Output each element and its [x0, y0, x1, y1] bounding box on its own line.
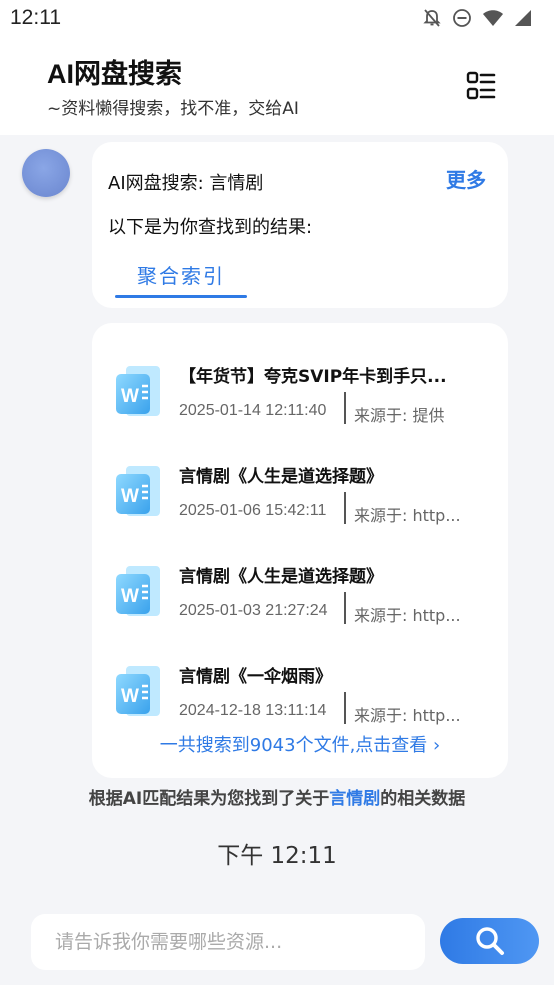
status-icons: [422, 8, 532, 28]
footnote-prefix: 根据AI匹配结果为您找到了关于: [88, 789, 330, 809]
signal-icon: [515, 10, 531, 26]
tab-underline: [115, 295, 247, 298]
list-item[interactable]: W 言情剧《人生是道选择题》 2025-01-03 21:27:24 来源于: …: [92, 550, 508, 640]
word-doc-icon: W: [116, 466, 160, 516]
file-name: 言情剧《一伞烟雨》: [179, 667, 332, 687]
word-doc-icon: W: [116, 666, 160, 716]
message-time: 下午 12:11: [217, 843, 337, 869]
list-item[interactable]: W 【年货节】夸克SVIP年卡到手只... 2025-01-14 12:11:4…: [92, 350, 508, 440]
svg-text:W: W: [121, 486, 139, 507]
file-source: 来源于: http...: [354, 606, 461, 625]
divider: [344, 692, 346, 724]
file-source: 来源于: http...: [354, 506, 461, 525]
menu-button[interactable]: [466, 71, 496, 101]
footnote-suffix: 的相关数据: [380, 789, 466, 809]
file-source: 来源于: http...: [354, 706, 461, 725]
footnote-keyword[interactable]: 言情剧: [329, 789, 380, 809]
list-item[interactable]: W 言情剧《人生是道选择题》 2025-01-06 15:42:11 来源于: …: [92, 450, 508, 540]
avatar: [22, 149, 70, 197]
app-subtitle: ~资料懒得搜索，找不准，交给AI: [47, 99, 299, 119]
status-time: 12:11: [10, 6, 61, 29]
tab-aggregate-index[interactable]: 聚合索引: [115, 260, 247, 289]
notifications-off-icon: [423, 9, 441, 27]
divider: [344, 392, 346, 424]
file-date: 2025-01-14 12:11:40: [179, 402, 327, 419]
search-icon: [475, 927, 504, 955]
view-all-files-link[interactable]: 一共搜索到9043个文件,点击查看 ›: [92, 731, 508, 757]
menu-list-icon: [466, 71, 496, 100]
file-date: 2025-01-03 21:27:24: [179, 602, 328, 619]
file-date: 2024-12-18 13:11:14: [179, 702, 327, 719]
divider: [344, 492, 346, 524]
svg-text:W: W: [121, 586, 139, 607]
result-card: AI网盘搜索: 言情剧 更多 以下是为你查找到的结果: 聚合索引: [92, 142, 508, 308]
list-item[interactable]: W 言情剧《一伞烟雨》 2024-12-18 13:11:14 来源于: htt…: [92, 650, 508, 740]
divider: [344, 592, 346, 624]
result-description: 以下是为你查找到的结果:: [108, 217, 313, 238]
wifi-icon: [483, 10, 503, 26]
file-name: 【年货节】夸克SVIP年卡到手只...: [179, 367, 447, 387]
app-header: AI网盘搜索 ~资料懒得搜索，找不准，交给AI: [0, 38, 554, 135]
more-button[interactable]: 更多: [446, 164, 486, 193]
result-title: AI网盘搜索: 言情剧: [108, 173, 264, 194]
file-date: 2025-01-06 15:42:11: [179, 502, 327, 519]
svg-text:W: W: [121, 686, 139, 707]
ai-footnote: 根据AI匹配结果为您找到了关于言情剧的相关数据: [0, 784, 554, 809]
file-list-card: W 【年货节】夸克SVIP年卡到手只... 2025-01-14 12:11:4…: [92, 323, 508, 778]
search-input[interactable]: [31, 914, 425, 970]
status-bar: 12:11: [0, 0, 554, 38]
file-name: 言情剧《人生是道选择题》: [179, 467, 383, 487]
word-doc-icon: W: [116, 366, 160, 416]
search-button[interactable]: [440, 918, 539, 964]
file-source: 来源于: 提供: [354, 406, 445, 425]
app-title: AI网盘搜索: [47, 59, 182, 89]
svg-text:W: W: [121, 386, 139, 407]
do-not-disturb-icon: [453, 9, 471, 27]
file-name: 言情剧《人生是道选择题》: [179, 567, 383, 587]
word-doc-icon: W: [116, 566, 160, 616]
